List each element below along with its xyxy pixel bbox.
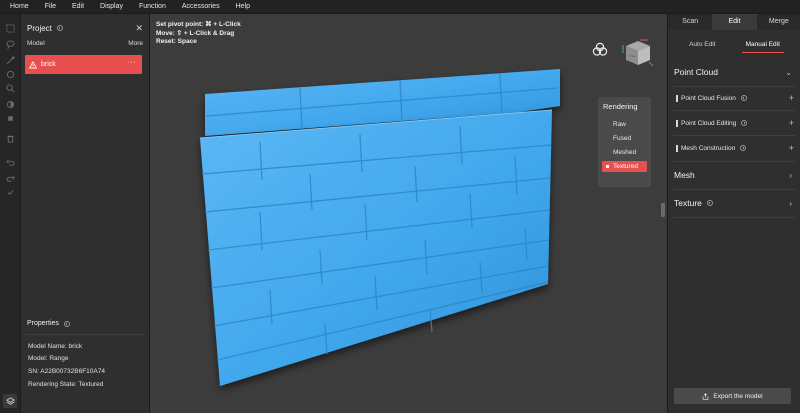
item-point-cloud-fusion[interactable]: Point Cloud Fusion + — [676, 92, 796, 104]
panel-resize-handle[interactable] — [661, 203, 665, 217]
export-model-button[interactable]: Export the model — [674, 388, 791, 404]
model-list-header: Model More — [27, 40, 143, 47]
rendering-option-fused[interactable]: Fused — [602, 133, 647, 144]
subtab-manual-edit[interactable]: Manual Edit — [741, 38, 785, 53]
item-point-cloud-editing[interactable]: Point Cloud Editing + — [676, 117, 796, 129]
lasso-tool-icon[interactable] — [4, 38, 16, 50]
hint-move: Move: ⇧ + L-Click & Drag — [156, 30, 235, 37]
model-more-icon[interactable]: ··· — [128, 59, 137, 66]
item-marker — [676, 144, 678, 152]
properties-info-icon[interactable] — [63, 320, 70, 327]
warning-icon — [29, 60, 37, 68]
menu-file[interactable]: File — [37, 0, 64, 14]
point-cloud-title: Point Cloud — [674, 67, 718, 77]
redo-icon[interactable] — [4, 172, 16, 184]
delete-icon[interactable] — [4, 132, 16, 144]
mesh-title: Mesh — [674, 170, 695, 180]
rendering-title: Rendering — [603, 102, 638, 111]
subtab-auto-edit[interactable]: Auto Edit — [687, 38, 717, 52]
prop-model-name: Model Name: brick — [28, 343, 83, 350]
undo-icon[interactable] — [4, 156, 16, 168]
menu-accessories[interactable]: Accessories — [174, 0, 228, 14]
rendering-panel: Rendering Raw Fused Meshed Textured — [598, 97, 651, 187]
tab-scan[interactable]: Scan — [668, 14, 713, 30]
properties-title: Properties — [27, 320, 59, 327]
zoom-icon[interactable] — [4, 82, 16, 94]
more-button[interactable]: More — [128, 40, 143, 47]
rendering-option-textured[interactable]: Textured — [602, 161, 647, 172]
project-panel: Project ✕ Model More brick ··· Propertie… — [21, 14, 150, 413]
tab-merge[interactable]: Merge — [756, 14, 800, 30]
prop-serial: SN: A22B00732B6F10A74 — [28, 368, 105, 375]
3d-viewport[interactable]: Set pivot point: ⌘ + L-Click Move: ⇧ + L… — [150, 14, 667, 413]
menu-help[interactable]: Help — [228, 0, 258, 14]
menu-home[interactable]: Home — [0, 0, 37, 14]
info-icon[interactable] — [56, 25, 63, 31]
divider — [673, 135, 796, 136]
tab-edit[interactable]: Edit — [712, 14, 757, 30]
lighting-icon[interactable] — [592, 42, 608, 56]
nav-cube-face-label: Front — [629, 54, 636, 58]
info-icon[interactable] — [740, 145, 747, 151]
apply-icon[interactable] — [4, 186, 16, 198]
prop-model-type: Model: Range — [28, 355, 69, 362]
chevron-down-icon: ⌄ — [785, 67, 792, 77]
rendering-option-meshed[interactable]: Meshed — [602, 147, 647, 158]
project-header: Project ✕ — [27, 22, 147, 34]
main-tabs: Scan Edit Merge — [668, 14, 800, 30]
export-icon — [703, 392, 709, 400]
texture-title: Texture — [674, 198, 702, 208]
menu-edit[interactable]: Edit — [64, 0, 92, 14]
menu-display[interactable]: Display — [92, 0, 131, 14]
divider — [673, 86, 796, 87]
info-icon[interactable] — [740, 95, 747, 101]
menu-function[interactable]: Function — [131, 0, 174, 14]
edit-panel: Scan Edit Merge Auto Edit Manual Edit Po… — [667, 14, 800, 413]
model-name: brick — [41, 61, 56, 68]
select-all-icon[interactable] — [4, 112, 16, 124]
select-tool-icon[interactable] — [4, 22, 16, 34]
prop-rendering-state: Rendering State: Textured — [28, 381, 104, 388]
expand-plus-icon[interactable]: + — [789, 92, 794, 104]
project-title: Project — [27, 23, 52, 33]
hint-pivot: Set pivot point: ⌘ + L-Click — [156, 21, 241, 28]
model-header-label: Model — [27, 40, 45, 47]
divider — [673, 217, 796, 218]
divider — [673, 161, 796, 162]
rendering-option-raw[interactable]: Raw — [602, 119, 647, 130]
chevron-right-icon: › — [789, 198, 792, 208]
info-icon[interactable] — [706, 200, 713, 206]
divider — [25, 334, 145, 335]
menu-bar: Home File Edit Display Function Accessor… — [0, 0, 800, 14]
item-marker — [676, 94, 678, 102]
chevron-right-icon: › — [789, 170, 792, 180]
export-label: Export the model — [713, 392, 763, 400]
divider — [673, 110, 796, 111]
tool-strip — [0, 14, 21, 413]
expand-plus-icon[interactable]: + — [789, 142, 794, 154]
expand-plus-icon[interactable]: + — [789, 117, 794, 129]
hint-reset: Reset: Space — [156, 38, 197, 45]
close-icon[interactable]: ✕ — [135, 22, 143, 34]
point-cloud-editing-label: Point Cloud Editing — [681, 119, 737, 127]
divider — [673, 189, 796, 190]
info-icon[interactable] — [741, 120, 748, 126]
brush-tool-icon[interactable] — [4, 54, 16, 66]
layers-icon[interactable] — [3, 394, 17, 408]
section-mesh[interactable]: Mesh › — [674, 169, 798, 181]
mesh-construction-label: Mesh Construction — [681, 144, 736, 152]
point-cloud-fusion-label: Point Cloud Fusion — [681, 94, 736, 102]
properties-header: Properties — [27, 320, 70, 327]
section-point-cloud[interactable]: Point Cloud ⌄ — [674, 66, 798, 78]
scan-main-wall — [200, 110, 552, 386]
scanned-brick-model[interactable] — [150, 14, 667, 413]
invert-selection-icon[interactable] — [4, 98, 16, 110]
item-mesh-construction[interactable]: Mesh Construction + — [676, 142, 796, 154]
model-list-item[interactable]: brick ··· — [25, 55, 142, 74]
edit-subtabs: Auto Edit Manual Edit — [674, 38, 795, 53]
section-texture[interactable]: Texture › — [674, 197, 798, 209]
item-marker — [676, 119, 678, 127]
navigation-cube-icon[interactable]: Front — [618, 36, 654, 68]
paint-select-icon[interactable] — [4, 68, 16, 80]
